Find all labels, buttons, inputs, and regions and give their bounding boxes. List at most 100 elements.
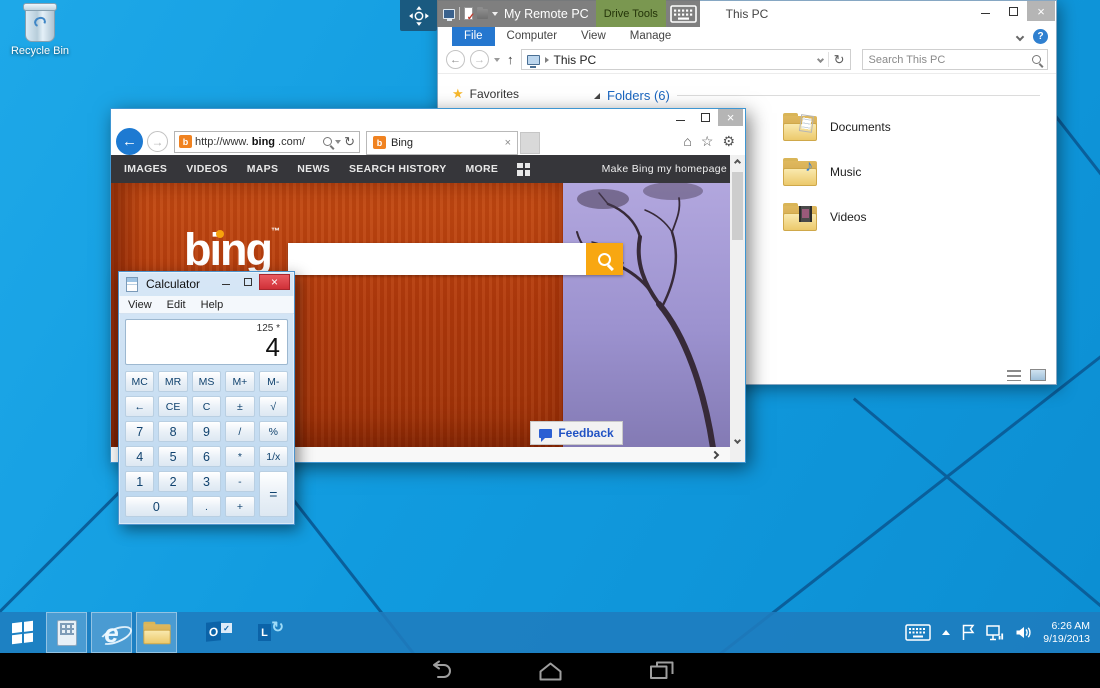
- calculator-minimize-button[interactable]: [215, 274, 236, 290]
- remote-pan-button[interactable]: [400, 0, 437, 31]
- key-mplus[interactable]: M+: [225, 371, 254, 392]
- thumbnails-view-icon[interactable]: [1030, 369, 1046, 381]
- recent-locations-chevron-icon[interactable]: [494, 58, 500, 62]
- folders-group-header[interactable]: Folders (6): [594, 88, 1040, 103]
- key-minus[interactable]: -: [225, 471, 254, 492]
- bing-nav-more[interactable]: MORE: [466, 163, 499, 175]
- ie-maximize-button[interactable]: [693, 109, 718, 126]
- volume-icon[interactable]: [1015, 625, 1032, 640]
- key-mc[interactable]: MC: [125, 371, 154, 392]
- calculator-close-button[interactable]: ×: [259, 274, 290, 290]
- explorer-search-box[interactable]: [862, 49, 1049, 70]
- quick-access-newfolder-icon[interactable]: [477, 9, 488, 19]
- taskbar-calculator-button[interactable]: [46, 612, 87, 653]
- key-c[interactable]: C: [192, 396, 221, 417]
- touch-keyboard-icon[interactable]: [905, 624, 931, 641]
- taskbar-explorer-button[interactable]: [136, 612, 177, 653]
- recycle-bin-desktop-icon[interactable]: Recycle Bin: [8, 6, 72, 57]
- bing-search-box[interactable]: [288, 243, 623, 275]
- remote-keyboard-button[interactable]: [670, 2, 698, 25]
- key-4[interactable]: 4: [125, 446, 154, 467]
- tab-view[interactable]: View: [569, 27, 618, 46]
- key-multiply[interactable]: *: [225, 446, 254, 467]
- folder-item-documents[interactable]: Documents: [783, 107, 1003, 147]
- key-equals[interactable]: =: [259, 471, 288, 517]
- refresh-icon[interactable]: ↻: [834, 52, 845, 68]
- quick-access-properties-icon[interactable]: ✓: [464, 7, 473, 20]
- scroll-up-icon[interactable]: [730, 155, 745, 170]
- apps-grid-icon[interactable]: [517, 163, 530, 176]
- bing-nav-search-history[interactable]: SEARCH HISTORY: [349, 163, 447, 175]
- ie-close-button[interactable]: ×: [718, 109, 743, 126]
- taskbar-clock[interactable]: 6:26 AM 9/19/2013: [1043, 620, 1090, 646]
- key-ms[interactable]: MS: [192, 371, 221, 392]
- menu-edit[interactable]: Edit: [167, 299, 186, 311]
- tab-close-icon[interactable]: ×: [505, 137, 511, 149]
- key-divide[interactable]: /: [225, 421, 254, 442]
- details-view-icon[interactable]: [1007, 370, 1021, 381]
- bing-nav-videos[interactable]: VIDEOS: [186, 163, 227, 175]
- android-recents-button[interactable]: [648, 660, 675, 682]
- sidebar-item-favorites[interactable]: ★ Favorites: [452, 86, 588, 102]
- ie-back-button[interactable]: ←: [116, 128, 143, 155]
- scroll-down-icon[interactable]: [730, 433, 745, 448]
- key-decimal[interactable]: .: [192, 496, 221, 517]
- address-dropdown-chevron-icon[interactable]: [817, 56, 824, 63]
- new-tab-button[interactable]: [520, 132, 540, 154]
- back-button[interactable]: ←: [446, 50, 465, 69]
- tab-file[interactable]: File: [452, 27, 495, 46]
- scroll-right-icon[interactable]: [711, 450, 719, 458]
- help-icon[interactable]: ?: [1033, 29, 1048, 44]
- key-9[interactable]: 9: [192, 421, 221, 442]
- tab-manage[interactable]: Manage: [618, 27, 684, 46]
- key-5[interactable]: 5: [158, 446, 187, 467]
- action-center-flag-icon[interactable]: [961, 624, 975, 641]
- key-1[interactable]: 1: [125, 471, 154, 492]
- explorer-minimize-button[interactable]: [971, 1, 999, 21]
- menu-view[interactable]: View: [128, 299, 152, 311]
- tab-computer[interactable]: Computer: [495, 27, 570, 46]
- android-home-button[interactable]: [537, 660, 564, 682]
- key-backspace[interactable]: ←: [125, 396, 154, 417]
- ie-refresh-icon[interactable]: ↻: [344, 134, 355, 150]
- ie-vertical-scrollbar[interactable]: [730, 155, 745, 448]
- show-hidden-icons-chevron[interactable]: [942, 630, 950, 635]
- network-icon[interactable]: [986, 625, 1004, 641]
- explorer-maximize-button[interactable]: [999, 1, 1027, 21]
- address-bar[interactable]: This PC ↻: [521, 49, 851, 70]
- ie-tab-bing[interactable]: b Bing ×: [366, 131, 518, 155]
- android-back-button[interactable]: [426, 660, 453, 682]
- taskbar-lync-button[interactable]: L ↻: [250, 612, 291, 653]
- key-0[interactable]: 0: [125, 496, 188, 517]
- quick-access-computer-icon[interactable]: [443, 9, 455, 19]
- key-ce[interactable]: CE: [158, 396, 187, 417]
- key-7[interactable]: 7: [125, 421, 154, 442]
- calculator-maximize-button[interactable]: [237, 274, 258, 290]
- quick-access-chevron-icon[interactable]: [492, 12, 498, 16]
- key-6[interactable]: 6: [192, 446, 221, 467]
- key-8[interactable]: 8: [158, 421, 187, 442]
- key-negate[interactable]: ±: [225, 396, 254, 417]
- home-icon[interactable]: ⌂: [683, 133, 691, 150]
- favorites-icon[interactable]: ☆: [701, 133, 714, 150]
- explorer-close-button[interactable]: ×: [1027, 1, 1055, 21]
- bing-nav-images[interactable]: IMAGES: [124, 163, 167, 175]
- key-reciprocal[interactable]: 1/x: [259, 446, 288, 467]
- feedback-button[interactable]: Feedback: [530, 421, 623, 445]
- make-bing-homepage-link[interactable]: Make Bing my homepage: [602, 163, 727, 175]
- bing-nav-news[interactable]: NEWS: [297, 163, 330, 175]
- explorer-search-input[interactable]: [869, 54, 1029, 66]
- up-button[interactable]: ↑: [507, 52, 514, 67]
- key-mr[interactable]: MR: [158, 371, 187, 392]
- key-sqrt[interactable]: √: [259, 396, 288, 417]
- ie-minimize-button[interactable]: [668, 109, 693, 126]
- key-percent[interactable]: %: [259, 421, 288, 442]
- folder-item-videos[interactable]: Videos: [783, 197, 1003, 237]
- bing-nav-maps[interactable]: MAPS: [247, 163, 279, 175]
- ie-address-bar[interactable]: b http://www.bing.com/ ↻: [174, 131, 360, 153]
- key-2[interactable]: 2: [158, 471, 187, 492]
- key-plus[interactable]: +: [225, 496, 254, 517]
- bing-search-button[interactable]: [586, 243, 623, 275]
- folder-item-music[interactable]: ♪ Music: [783, 152, 1003, 192]
- taskbar-ie-button[interactable]: e: [91, 612, 132, 653]
